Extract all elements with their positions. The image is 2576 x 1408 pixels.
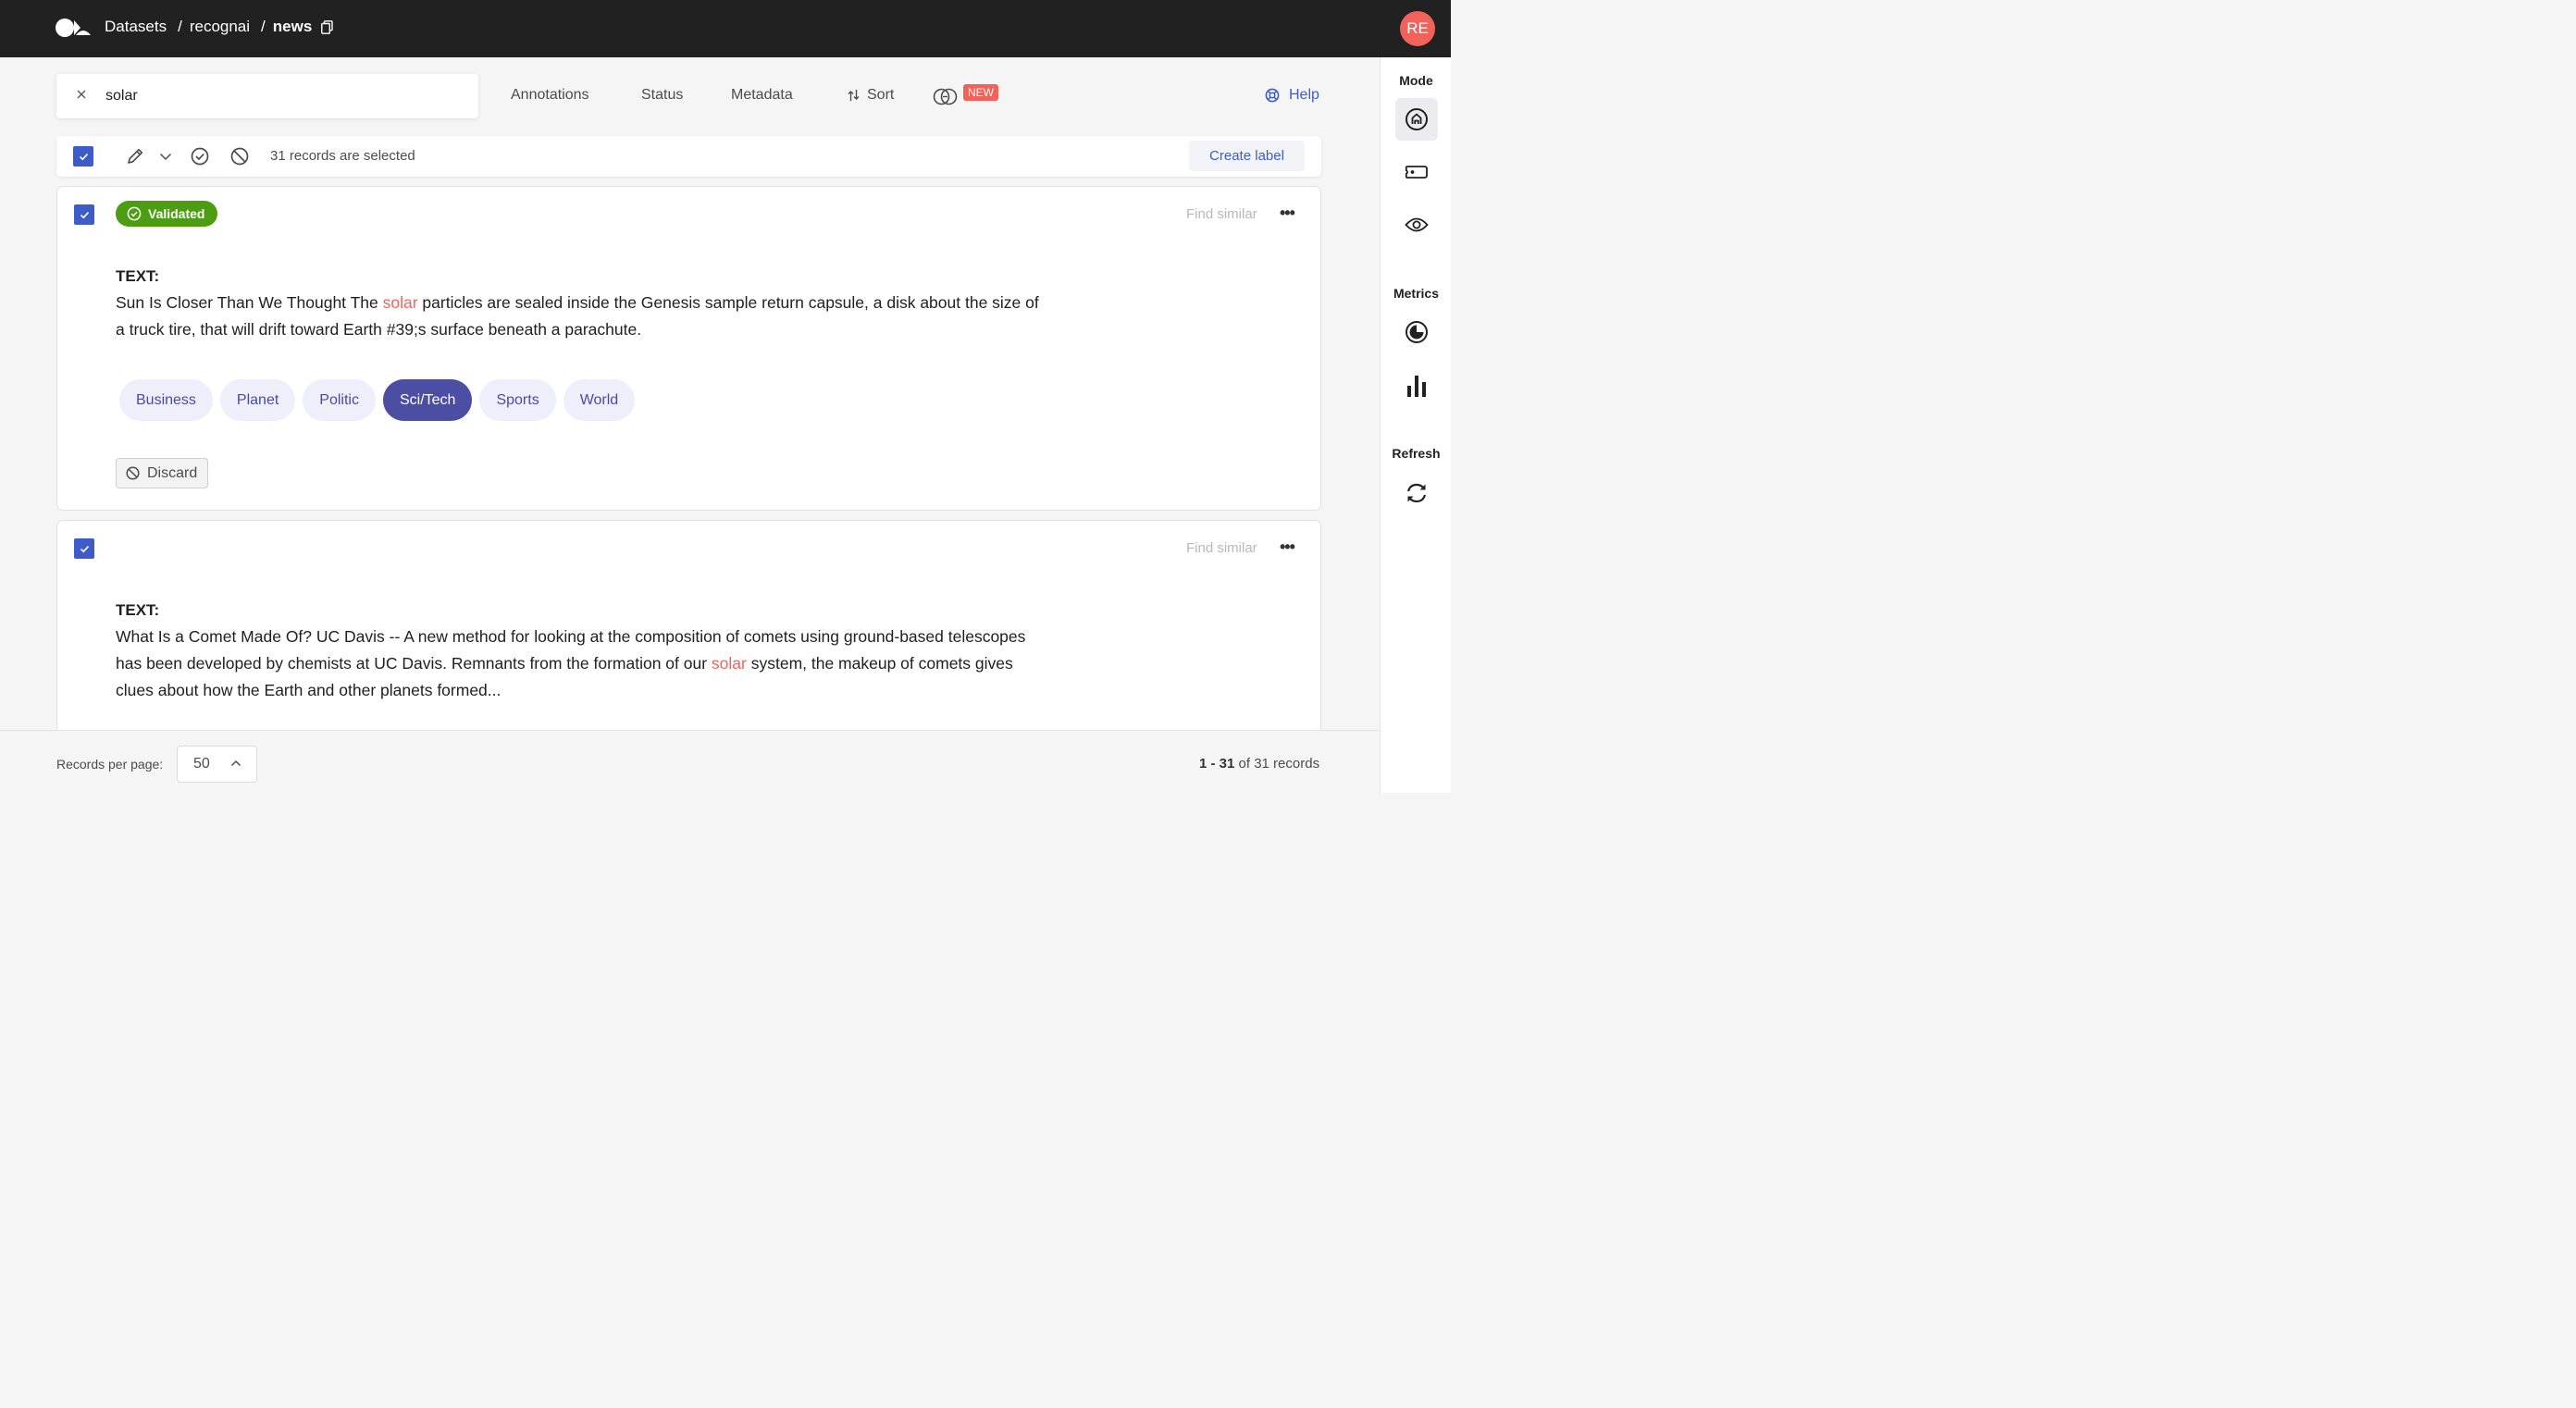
text-field-label: TEXT: <box>116 267 160 285</box>
sort-label: Sort <box>867 87 895 103</box>
record-text: What Is a Comet Made Of? UC Davis -- A n… <box>116 624 1050 704</box>
record-checkbox[interactable] <box>74 538 94 559</box>
chevron-up-icon <box>230 760 242 767</box>
filter-status[interactable]: Status <box>641 87 683 104</box>
records-per-page-select[interactable]: 50 <box>177 746 257 783</box>
review-mode-icon <box>1405 217 1429 232</box>
explore-mode-button[interactable] <box>1395 98 1438 141</box>
label-mode-icon <box>1405 166 1428 179</box>
chevron-down-icon[interactable] <box>159 153 172 161</box>
breadcrumb: Datasets / recognai / news <box>105 18 334 36</box>
new-badge: NEW <box>963 84 998 101</box>
right-sidebar: Mode Metrics Refresh <box>1380 57 1451 793</box>
record-range-total: of 31 records <box>1234 756 1320 772</box>
ban-icon[interactable] <box>230 147 249 166</box>
record-card: Validated Find similar ••• TEXT: Sun Is … <box>56 186 1321 511</box>
find-similar-button[interactable]: Find similar <box>1186 540 1257 556</box>
status-label: Validated <box>148 206 205 221</box>
check-icon <box>79 153 88 160</box>
breadcrumb-separator: / <box>178 18 182 35</box>
sort-button[interactable]: Sort <box>848 87 894 104</box>
help-link[interactable]: Help <box>1265 87 1319 104</box>
check-circle-icon[interactable] <box>191 147 209 166</box>
pagination-footer: Records per page: 50 1 - 31 of 31 record… <box>0 730 1380 793</box>
label-chip-world[interactable]: World <box>563 379 636 421</box>
breadcrumb-dataset: news <box>272 18 313 35</box>
refresh-icon <box>1406 483 1427 503</box>
label-list: Business Planet Politic Sci/Tech Sports … <box>119 379 642 421</box>
label-chip-scitech[interactable]: Sci/Tech <box>382 379 473 421</box>
breadcrumb-separator: / <box>261 18 266 35</box>
selected-count: 31 records are selected <box>270 148 415 164</box>
filter-annotations[interactable]: Annotations <box>511 87 589 104</box>
records-per-page-label: Records per page: <box>56 757 164 772</box>
sidebar-metrics-title: Metrics <box>1393 286 1440 301</box>
breadcrumb-workspace[interactable]: recognai <box>190 18 250 36</box>
search-highlight: solar <box>382 293 418 312</box>
gear-icon[interactable] <box>933 88 958 105</box>
records-per-page-value: 50 <box>193 756 210 772</box>
sidebar-refresh-title: Refresh <box>1392 446 1441 461</box>
select-all-checkbox[interactable] <box>73 146 93 167</box>
record-text: Sun Is Closer Than We Thought The solar … <box>116 290 1050 343</box>
more-icon[interactable]: ••• <box>1280 537 1295 557</box>
status-badge: Validated <box>116 201 218 227</box>
progress-metrics-button[interactable] <box>1395 311 1438 353</box>
sidebar-mode-title: Mode <box>1399 73 1433 88</box>
label-chip-planet[interactable]: Planet <box>219 379 296 421</box>
stats-metrics-button[interactable] <box>1395 364 1438 407</box>
record-checkbox[interactable] <box>74 204 94 225</box>
close-icon[interactable] <box>75 88 88 101</box>
avatar[interactable]: RE <box>1400 11 1435 46</box>
find-similar-button[interactable]: Find similar <box>1186 206 1257 222</box>
logo-icon[interactable] <box>56 18 91 38</box>
search-highlight: solar <box>711 654 747 673</box>
label-chip-business[interactable]: Business <box>119 379 213 421</box>
create-label-button[interactable]: Create label <box>1189 141 1305 171</box>
search-box <box>56 74 478 118</box>
record-range: 1 - 31 of 31 records <box>1199 756 1319 772</box>
label-chip-sports[interactable]: Sports <box>479 379 556 421</box>
progress-icon <box>1406 321 1428 343</box>
review-mode-button[interactable] <box>1395 204 1438 246</box>
check-circle-icon <box>127 206 142 221</box>
text-field-label: TEXT: <box>116 601 160 619</box>
text-segment: Sun Is Closer Than We Thought The <box>116 293 383 312</box>
pencil-icon[interactable] <box>126 147 144 166</box>
help-label: Help <box>1289 87 1319 103</box>
breadcrumb-datasets[interactable]: Datasets <box>105 18 167 36</box>
top-bar: Datasets / recognai / news RE <box>0 0 1451 57</box>
record-range-current: 1 - 31 <box>1199 756 1235 772</box>
label-chip-politic[interactable]: Politic <box>303 379 376 421</box>
check-icon <box>80 211 89 218</box>
more-icon[interactable]: ••• <box>1280 204 1295 223</box>
search-input[interactable] <box>105 85 457 107</box>
ban-icon <box>126 466 140 480</box>
refresh-button[interactable] <box>1395 472 1438 514</box>
bar-chart-icon <box>1407 376 1426 397</box>
help-icon <box>1265 88 1280 103</box>
sort-icon <box>848 90 860 101</box>
bulk-actions-bar: 31 records are selected Create label <box>56 136 1321 177</box>
explore-mode-icon <box>1406 108 1428 130</box>
discard-label: Discard <box>147 464 198 481</box>
check-icon <box>80 545 89 552</box>
label-mode-button[interactable] <box>1395 151 1438 193</box>
filter-metadata[interactable]: Metadata <box>731 87 793 104</box>
record-card: Find similar ••• TEXT: What Is a Comet M… <box>56 520 1321 742</box>
copy-icon[interactable] <box>321 19 334 34</box>
discard-button[interactable]: Discard <box>116 458 209 488</box>
